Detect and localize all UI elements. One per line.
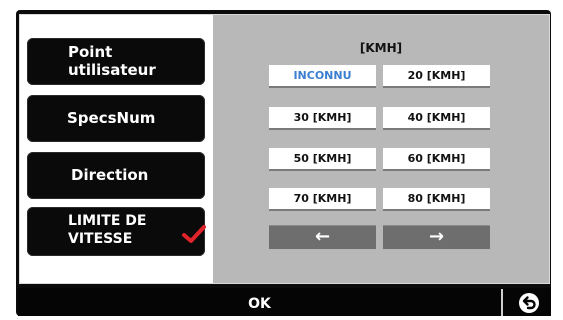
speed-option-40[interactable]: 40 [KMH] bbox=[383, 107, 490, 130]
back-button[interactable] bbox=[507, 288, 551, 316]
speed-option-80[interactable]: 80 [KMH] bbox=[383, 188, 490, 211]
speed-option-60[interactable]: 60 [KMH] bbox=[383, 148, 490, 171]
menu-item-direction[interactable]: Direction bbox=[27, 152, 205, 199]
ok-button[interactable]: OK bbox=[18, 288, 501, 316]
speed-option-50[interactable]: 50 [KMH] bbox=[269, 148, 376, 171]
unit-label: [KMH] bbox=[359, 41, 403, 55]
menu-item-label: Direction bbox=[71, 166, 149, 184]
menu-item-specsnum[interactable]: SpecsNum bbox=[27, 95, 205, 142]
menu-item-label: Point utilisateur bbox=[68, 43, 156, 79]
next-page-button[interactable]: → bbox=[383, 225, 490, 249]
menu-item-point-utilisateur[interactable]: Point utilisateur bbox=[27, 38, 205, 85]
bottom-bar: OK bbox=[18, 288, 507, 316]
category-menu: Point utilisateur SpecsNum Direction LIM… bbox=[20, 15, 213, 283]
back-arrow-icon bbox=[519, 293, 539, 313]
speed-option-inconnu[interactable]: INCONNU bbox=[269, 65, 376, 88]
menu-item-limite-de-vitesse[interactable]: LIMITE DE VITESSE bbox=[27, 207, 206, 256]
settings-panel: Point utilisateur SpecsNum Direction LIM… bbox=[19, 14, 550, 284]
speed-option-20[interactable]: 20 [KMH] bbox=[383, 65, 490, 88]
speed-option-30[interactable]: 30 [KMH] bbox=[269, 107, 376, 130]
divider bbox=[501, 289, 503, 316]
screen: Point utilisateur SpecsNum Direction LIM… bbox=[0, 0, 563, 316]
arrow-right-icon: → bbox=[428, 226, 445, 247]
checkmark-icon bbox=[182, 225, 206, 243]
speed-option-70[interactable]: 70 [KMH] bbox=[269, 188, 376, 211]
menu-item-label: SpecsNum bbox=[67, 109, 156, 127]
speed-limit-options: [KMH] INCONNU 20 [KMH] 30 [KMH] 40 [KMH]… bbox=[213, 15, 549, 283]
arrow-left-icon: ← bbox=[314, 226, 331, 247]
menu-item-label: LIMITE DE VITESSE bbox=[68, 213, 147, 247]
previous-page-button[interactable]: ← bbox=[269, 225, 376, 249]
